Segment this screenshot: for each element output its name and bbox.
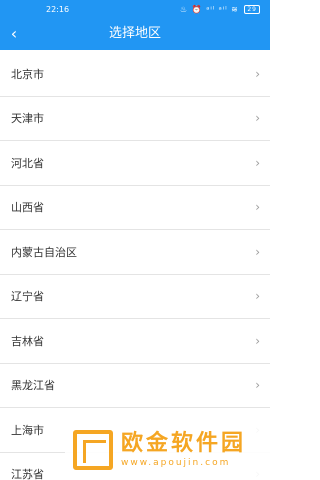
region-item[interactable]: 吉林省 › [0,319,270,364]
region-item[interactable]: 北京市 › [0,52,270,97]
status-bar: 22:16 ♨ ⏰ ᵃⁱˡ ᵃⁱˡ ≋ 29 [0,0,270,20]
region-item[interactable]: 天津市 › [0,97,270,141]
signal-wifi-icons: ♨ ⏰ ᵃⁱˡ ᵃⁱˡ ≋ [180,5,239,14]
watermark: 欧金软件园 www.apoujin.com [65,420,270,480]
region-list: 北京市 › 天津市 › 河北省 › 山西省 › 内蒙古自治区 › 辽宁省 › 吉… [0,52,270,480]
battery-icon: 29 [244,5,260,14]
region-item[interactable]: 辽宁省 › [0,275,270,319]
app-header: 22:16 ♨ ⏰ ᵃⁱˡ ᵃⁱˡ ≋ 29 ‹ 选择地区 [0,0,270,50]
region-label: 河北省 [11,156,44,170]
region-item[interactable]: 内蒙古自治区 › [0,230,270,275]
region-label: 上海市 [11,423,44,437]
watermark-text: 欧金软件园 www.apoujin.com [121,431,246,469]
region-item[interactable]: 山西省 › [0,186,270,230]
chevron-right-icon: › [255,244,260,259]
chevron-right-icon: › [255,333,260,348]
region-label: 山西省 [11,201,44,215]
chevron-right-icon: › [255,378,260,393]
chevron-right-icon: › [255,155,260,170]
watermark-url: www.apoujin.com [121,458,231,468]
page-title: 选择地区 [108,26,161,41]
chevron-right-icon: › [255,289,260,304]
region-label: 辽宁省 [11,290,44,304]
region-label: 黑龙江省 [11,379,55,393]
watermark-name: 欧金软件园 [121,431,247,456]
chevron-right-icon: › [255,200,260,215]
region-item[interactable]: 河北省 › [0,141,270,186]
status-icons: ♨ ⏰ ᵃⁱˡ ᵃⁱˡ ≋ 29 [180,0,260,20]
region-label: 天津市 [11,112,44,126]
chevron-right-icon: › [255,111,260,126]
watermark-logo-icon [73,430,113,470]
region-label: 北京市 [11,67,44,81]
chevron-right-icon: › [255,66,260,81]
region-label: 江苏省 [11,468,44,480]
region-item[interactable]: 黑龙江省 › [0,364,270,408]
screen: 22:16 ♨ ⏰ ᵃⁱˡ ᵃⁱˡ ≋ 29 ‹ 选择地区 北京市 › 天津市 … [0,0,270,480]
region-label: 吉林省 [11,334,44,348]
region-label: 内蒙古自治区 [11,245,77,259]
status-time: 22:16 [46,5,70,14]
